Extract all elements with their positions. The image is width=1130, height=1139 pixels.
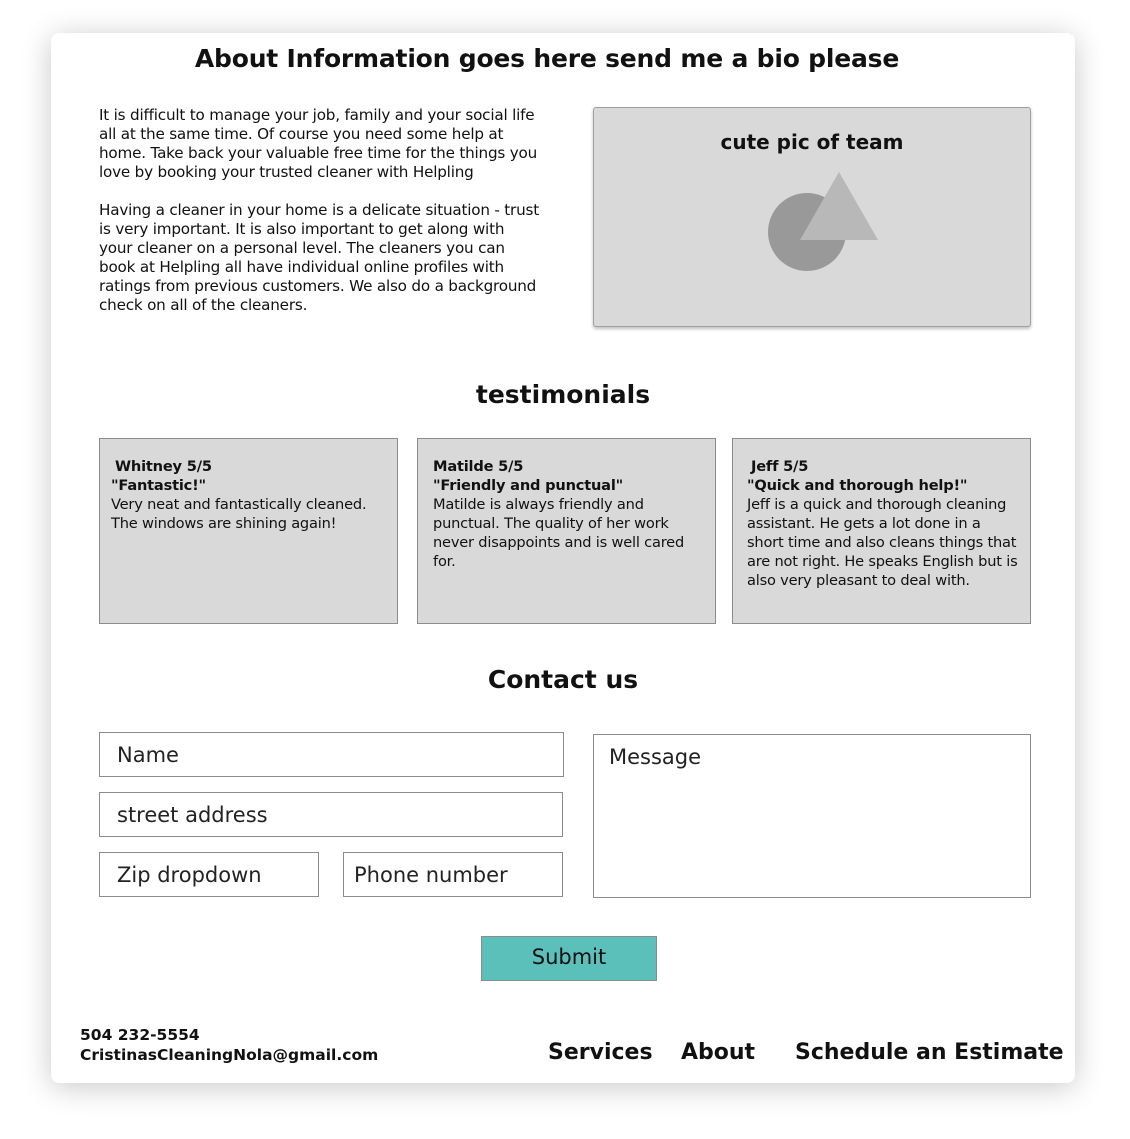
about-paragraph-2: Having a cleaner in your home is a delic…	[99, 201, 539, 314]
about-text: It is difficult to manage your job, fami…	[99, 106, 539, 334]
testimonial-headline: "Friendly and punctual"	[433, 477, 624, 494]
testimonial-headline: "Quick and thorough help!"	[747, 477, 968, 494]
testimonial-card: Jeff 5/5 "Quick and thorough help!" Jeff…	[732, 438, 1031, 624]
testimonial-body: Jeff is a quick and thorough cleaning as…	[747, 496, 1018, 589]
nav-services-link[interactable]: Services	[548, 1040, 653, 1065]
team-image-label: cute pic of team	[720, 130, 904, 154]
name-input[interactable]	[99, 732, 564, 777]
nav-schedule-estimate-link[interactable]: Schedule an Estimate	[795, 1040, 1064, 1065]
about-title: About Information goes here send me a bi…	[194, 44, 900, 73]
footer-contact-info: 504 232-5554 CristinasCleaningNola@gmail…	[80, 1025, 378, 1065]
about-paragraph-1: It is difficult to manage your job, fami…	[99, 106, 538, 181]
contact-title: Contact us	[487, 665, 639, 694]
zip-dropdown[interactable]	[99, 852, 319, 897]
team-image-placeholder: cute pic of team	[593, 107, 1031, 327]
image-placeholder-icon	[768, 172, 878, 271]
nav-about-link[interactable]: About	[681, 1040, 755, 1065]
testimonial-body: Very neat and fantastically cleaned. The…	[111, 496, 367, 532]
footer-phone: 504 232-5554	[80, 1026, 200, 1044]
message-textarea[interactable]	[593, 734, 1031, 898]
footer-email: CristinasCleaningNola@gmail.com	[80, 1046, 379, 1064]
testimonial-name-rating: Whitney 5/5	[115, 458, 212, 475]
submit-button[interactable]: Submit	[481, 936, 657, 981]
testimonial-headline: "Fantastic!"	[111, 477, 206, 494]
testimonial-body: Matilde is always friendly and punctual.…	[433, 496, 685, 570]
testimonials-title: testimonials	[475, 380, 651, 409]
testimonial-card: Matilde 5/5 "Friendly and punctual" Mati…	[417, 438, 716, 624]
testimonial-card: Whitney 5/5 "Fantastic!" Very neat and f…	[99, 438, 398, 624]
phone-number-input[interactable]	[343, 852, 563, 897]
testimonial-name-rating: Matilde 5/5	[433, 458, 524, 475]
street-address-input[interactable]	[99, 792, 563, 837]
testimonial-name-rating: Jeff 5/5	[751, 458, 809, 475]
